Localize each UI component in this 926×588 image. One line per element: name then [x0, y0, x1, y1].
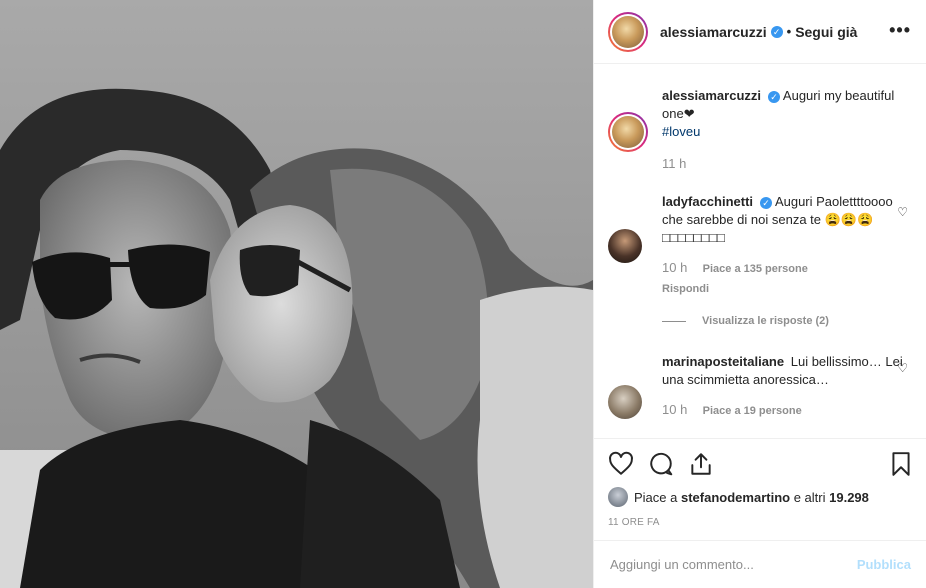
comment-meta: 10 h Piace a 135 persone [662, 259, 908, 278]
caption-meta: 11 h [662, 155, 908, 173]
comment-bubble-icon[interactable] [648, 451, 674, 477]
post-side-panel: alessiamarcuzzi ✓ • Segui già ••• alessi… [593, 0, 926, 588]
comment-username[interactable]: marinaposteitaliane [662, 354, 784, 369]
liked-by-count[interactable]: 19.298 [829, 490, 869, 505]
posted-ago[interactable]: 11 ORE FA [608, 517, 660, 528]
post-photo[interactable] [0, 0, 593, 588]
author-username[interactable]: alessiamarcuzzi [660, 24, 767, 40]
liked-by-summary[interactable]: Piace a stefanodemartino e altri 19.298 [608, 487, 869, 507]
comment-time[interactable]: 10 h [662, 260, 687, 275]
view-replies-button[interactable]: Visualizza le risposte (2) [662, 315, 829, 327]
liked-by-user[interactable]: stefanodemartino [681, 490, 790, 505]
header-separator: • [786, 24, 792, 39]
photo-couple-bw [0, 0, 593, 588]
liked-by-mid: e altri [793, 489, 826, 505]
liked-by-prefix: Piace a [634, 489, 678, 505]
more-options-icon[interactable]: ••• [889, 20, 911, 41]
divider-line [662, 320, 686, 322]
comment-meta: 10 h Piace a 19 persone [662, 401, 908, 420]
liker-avatar[interactable] [608, 487, 628, 507]
save-bookmark-icon[interactable] [888, 451, 914, 477]
caption-time[interactable]: 11 h [662, 156, 686, 171]
verified-badge-icon: ✓ [770, 25, 783, 38]
reply-button[interactable]: Rispondi [662, 280, 908, 298]
add-comment-input[interactable] [610, 557, 857, 572]
add-comment-bar: Pubblica [594, 540, 926, 588]
caption-hashtag[interactable]: #loveu [662, 124, 700, 139]
verified-badge-icon: ✓ [768, 91, 781, 103]
post-header: alessiamarcuzzi ✓ • Segui già ••• [594, 0, 926, 64]
comment-likes[interactable]: Piace a 19 persone [703, 405, 802, 417]
comment-like-heart-icon[interactable]: ♡ [897, 205, 908, 219]
publish-button[interactable]: Pubblica [857, 557, 911, 572]
commenter-avatar[interactable] [608, 385, 642, 419]
caption-avatar[interactable] [608, 112, 648, 152]
comment-item: marinaposteitaliane Lui bellissimo… Lei … [608, 353, 908, 420]
like-heart-icon[interactable] [608, 451, 634, 477]
view-replies-label: Visualizza le risposte (2) [702, 315, 829, 327]
comment-time[interactable]: 10 h [662, 402, 687, 417]
comment-like-heart-icon[interactable]: ♡ [897, 361, 908, 375]
share-icon[interactable] [688, 451, 714, 477]
post-actions: Piace a stefanodemartino e altri 19.298 … [594, 438, 926, 538]
follow-button[interactable]: Segui già [795, 24, 857, 40]
caption: alessiamarcuzzi ✓ Auguri my beautiful one… [608, 87, 908, 173]
verified-badge-icon: ✓ [760, 197, 773, 209]
commenter-avatar[interactable] [608, 229, 642, 263]
caption-username[interactable]: alessiamarcuzzi [662, 88, 761, 103]
comment-username[interactable]: ladyfacchinetti [662, 194, 753, 209]
comment-item: ladyfacchinetti ✓ Auguri Paolettttoooo ch… [608, 193, 908, 298]
author-avatar[interactable] [608, 11, 648, 52]
comments-list[interactable]: alessiamarcuzzi ✓ Auguri my beautiful one… [594, 65, 926, 437]
comment-likes[interactable]: Piace a 135 persone [703, 263, 808, 275]
